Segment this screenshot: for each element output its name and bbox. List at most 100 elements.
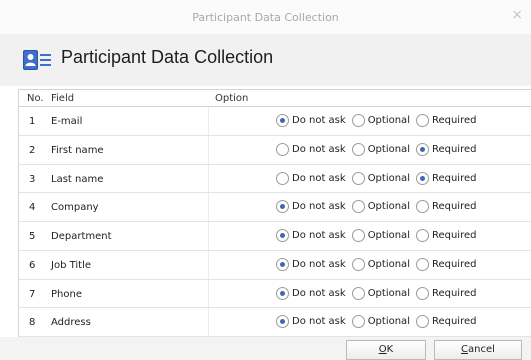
radio-optional[interactable]: Optional	[351, 286, 410, 300]
radio-circle-icon[interactable]	[276, 229, 289, 242]
option-radio-group: Do not ask Optional Required	[276, 286, 482, 300]
radio-label: Optional	[367, 230, 410, 241]
radio-optional[interactable]: Optional	[351, 142, 410, 156]
radio-label: Required	[431, 316, 477, 328]
option-radio-group: Do not ask Optional Required	[276, 114, 482, 127]
option-cell: Do not ask Optional Required	[208, 193, 531, 221]
radio-label: Do not ask	[292, 316, 346, 328]
ok-label: K	[386, 344, 394, 355]
window-title: Participant Data Collection	[192, 11, 339, 24]
option-radio-group: Do not ask Optional Required	[276, 257, 482, 271]
radio-label: Optional	[367, 201, 410, 213]
radio-circle-icon[interactable]	[415, 229, 429, 242]
table-row: 7 Phone Do not ask Optional Required	[19, 279, 531, 309]
radio-label: Required	[431, 143, 477, 155]
title-bar: Participant Data Collection ×	[0, 0, 531, 34]
radio-circle-icon[interactable]	[415, 114, 429, 127]
option-radio-group: Do not ask Optional Required	[276, 200, 482, 214]
field-name: Job Title	[51, 259, 92, 271]
participant-fields-table: No. Field Option 1 E-mail Do not ask Option…	[18, 89, 531, 337]
field-name: First name	[51, 144, 104, 156]
cancel-label: ancel	[468, 344, 495, 355]
option-radio-group: Do not ask Optional Required	[276, 171, 482, 185]
radio-circle-icon[interactable]	[351, 286, 365, 300]
field-name: Phone	[51, 288, 82, 300]
radio-required[interactable]: Required	[415, 257, 477, 271]
radio-do-not-ask[interactable]: Do not ask	[276, 315, 346, 329]
radio-required[interactable]: Required	[415, 229, 476, 242]
radio-do-not-ask[interactable]: Do not ask	[276, 171, 346, 185]
row-number: 5	[29, 231, 36, 242]
radio-circle-icon[interactable]	[276, 142, 289, 156]
radio-circle-icon[interactable]	[351, 142, 365, 156]
table-row: 4 Company Do not ask Optional Required	[19, 193, 531, 222]
radio-circle-icon[interactable]	[276, 257, 289, 271]
column-header-field: Field	[51, 93, 75, 104]
radio-circle-icon[interactable]	[351, 229, 365, 242]
radio-circle-icon[interactable]	[415, 142, 429, 156]
radio-label: Do not ask	[292, 143, 346, 155]
radio-circle-icon[interactable]	[415, 200, 429, 214]
radio-label: Optional	[367, 258, 410, 270]
ok-button[interactable]: OK	[346, 340, 426, 360]
ok-mnemonic: O	[378, 344, 387, 355]
radio-optional[interactable]: Optional	[351, 114, 410, 127]
radio-do-not-ask[interactable]: Do not ask	[276, 229, 346, 242]
radio-circle-icon[interactable]	[276, 200, 289, 214]
radio-do-not-ask[interactable]: Do not ask	[276, 114, 346, 127]
radio-label: Do not ask	[292, 287, 346, 299]
radio-required[interactable]: Required	[415, 200, 477, 214]
radio-circle-icon[interactable]	[351, 257, 365, 271]
radio-optional[interactable]: Optional	[351, 200, 410, 214]
option-cell: Do not ask Optional Required	[208, 164, 531, 193]
radio-circle-icon[interactable]	[415, 171, 429, 185]
radio-required[interactable]: Required	[415, 114, 476, 127]
radio-required[interactable]: Required	[415, 286, 477, 300]
radio-label: Required	[431, 287, 477, 299]
radio-circle-icon[interactable]	[276, 114, 289, 127]
radio-circle-icon[interactable]	[415, 257, 429, 271]
field-name: Last name	[51, 173, 104, 185]
radio-required[interactable]: Required	[415, 171, 476, 185]
cancel-mnemonic: C	[461, 344, 469, 355]
option-cell: Do not ask Optional Required	[208, 279, 531, 308]
table-body: 1 E-mail Do not ask Optional Required 2 First …	[19, 107, 531, 337]
radio-required[interactable]: Required	[415, 142, 477, 156]
row-number: 2	[29, 144, 36, 156]
radio-label: Required	[431, 258, 477, 270]
radio-do-not-ask[interactable]: Do not ask	[276, 257, 346, 271]
radio-circle-icon[interactable]	[276, 315, 289, 329]
close-icon[interactable]: ×	[511, 8, 523, 22]
option-cell: Do not ask Optional Required	[208, 222, 531, 250]
radio-circle-icon[interactable]	[351, 200, 365, 214]
radio-circle-icon[interactable]	[415, 286, 429, 300]
radio-do-not-ask[interactable]: Do not ask	[276, 142, 346, 156]
cancel-button[interactable]: Cancel	[434, 340, 522, 360]
radio-circle-icon[interactable]	[351, 315, 365, 329]
radio-label: Optional	[367, 143, 410, 155]
column-header-option: Option	[215, 93, 249, 104]
radio-circle-icon[interactable]	[351, 114, 365, 127]
row-number: 1	[29, 116, 36, 127]
radio-required[interactable]: Required	[415, 315, 477, 329]
radio-do-not-ask[interactable]: Do not ask	[276, 286, 346, 300]
radio-optional[interactable]: Optional	[351, 229, 410, 242]
radio-label: Required	[431, 201, 477, 213]
row-number: 7	[29, 288, 36, 300]
option-cell: Do not ask Optional Required	[208, 135, 531, 164]
radio-circle-icon[interactable]	[415, 315, 429, 329]
radio-do-not-ask[interactable]: Do not ask	[276, 200, 346, 214]
radio-circle-icon[interactable]	[276, 171, 289, 185]
radio-optional[interactable]: Optional	[351, 171, 410, 185]
radio-label: Do not ask	[292, 172, 346, 184]
option-cell: Do not ask Optional Required	[208, 308, 531, 336]
radio-circle-icon[interactable]	[276, 286, 289, 300]
row-number: 8	[29, 317, 36, 329]
table-header: No. Field Option	[19, 90, 531, 107]
radio-optional[interactable]: Optional	[351, 315, 410, 329]
radio-label: Do not ask	[292, 115, 346, 126]
radio-label: Optional	[367, 172, 410, 184]
radio-optional[interactable]: Optional	[351, 257, 410, 271]
option-cell: Do not ask Optional Required	[208, 250, 531, 279]
radio-circle-icon[interactable]	[351, 171, 365, 185]
